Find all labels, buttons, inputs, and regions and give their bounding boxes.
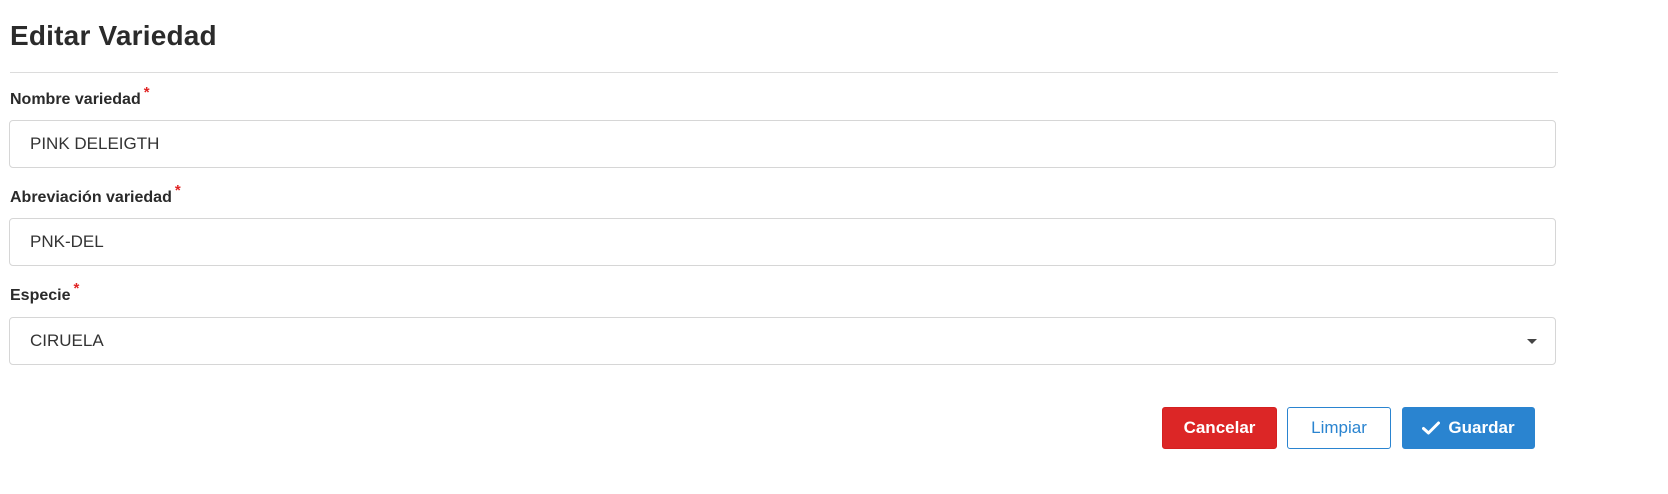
- nombre-variedad-label-text: Nombre variedad: [10, 91, 141, 108]
- abreviacion-variedad-value: PNK-DEL: [30, 232, 104, 251]
- check-icon: [1422, 421, 1441, 435]
- especie-label-text: Especie: [10, 287, 71, 304]
- cancel-button-label: Cancelar: [1183, 418, 1256, 437]
- clear-button[interactable]: Limpiar: [1287, 407, 1391, 449]
- especie-select[interactable]: CIRUELA: [9, 317, 1556, 365]
- required-marker: *: [73, 280, 80, 297]
- nombre-variedad-label: Nombre variedad *: [10, 84, 150, 109]
- abreviacion-variedad-label: Abreviación variedad *: [10, 182, 181, 207]
- title-divider: [10, 72, 1558, 73]
- nombre-variedad-value: PINK DELEIGTH: [30, 134, 160, 153]
- abreviacion-variedad-label-text: Abreviación variedad: [10, 189, 172, 206]
- page-title: Editar Variedad: [10, 20, 217, 51]
- required-marker: *: [174, 182, 181, 199]
- cancel-button[interactable]: Cancelar: [1162, 407, 1277, 449]
- especie-selected-value: CIRUELA: [30, 331, 104, 350]
- save-button-label: Guardar: [1448, 418, 1515, 437]
- clear-button-label: Limpiar: [1311, 418, 1367, 437]
- save-button[interactable]: Guardar: [1402, 407, 1535, 449]
- nombre-variedad-input[interactable]: PINK DELEIGTH: [9, 120, 1556, 168]
- abreviacion-variedad-input[interactable]: PNK-DEL: [9, 218, 1556, 266]
- required-marker: *: [143, 84, 150, 101]
- especie-label: Especie *: [10, 280, 79, 305]
- caret-down-icon[interactable]: [1527, 339, 1537, 344]
